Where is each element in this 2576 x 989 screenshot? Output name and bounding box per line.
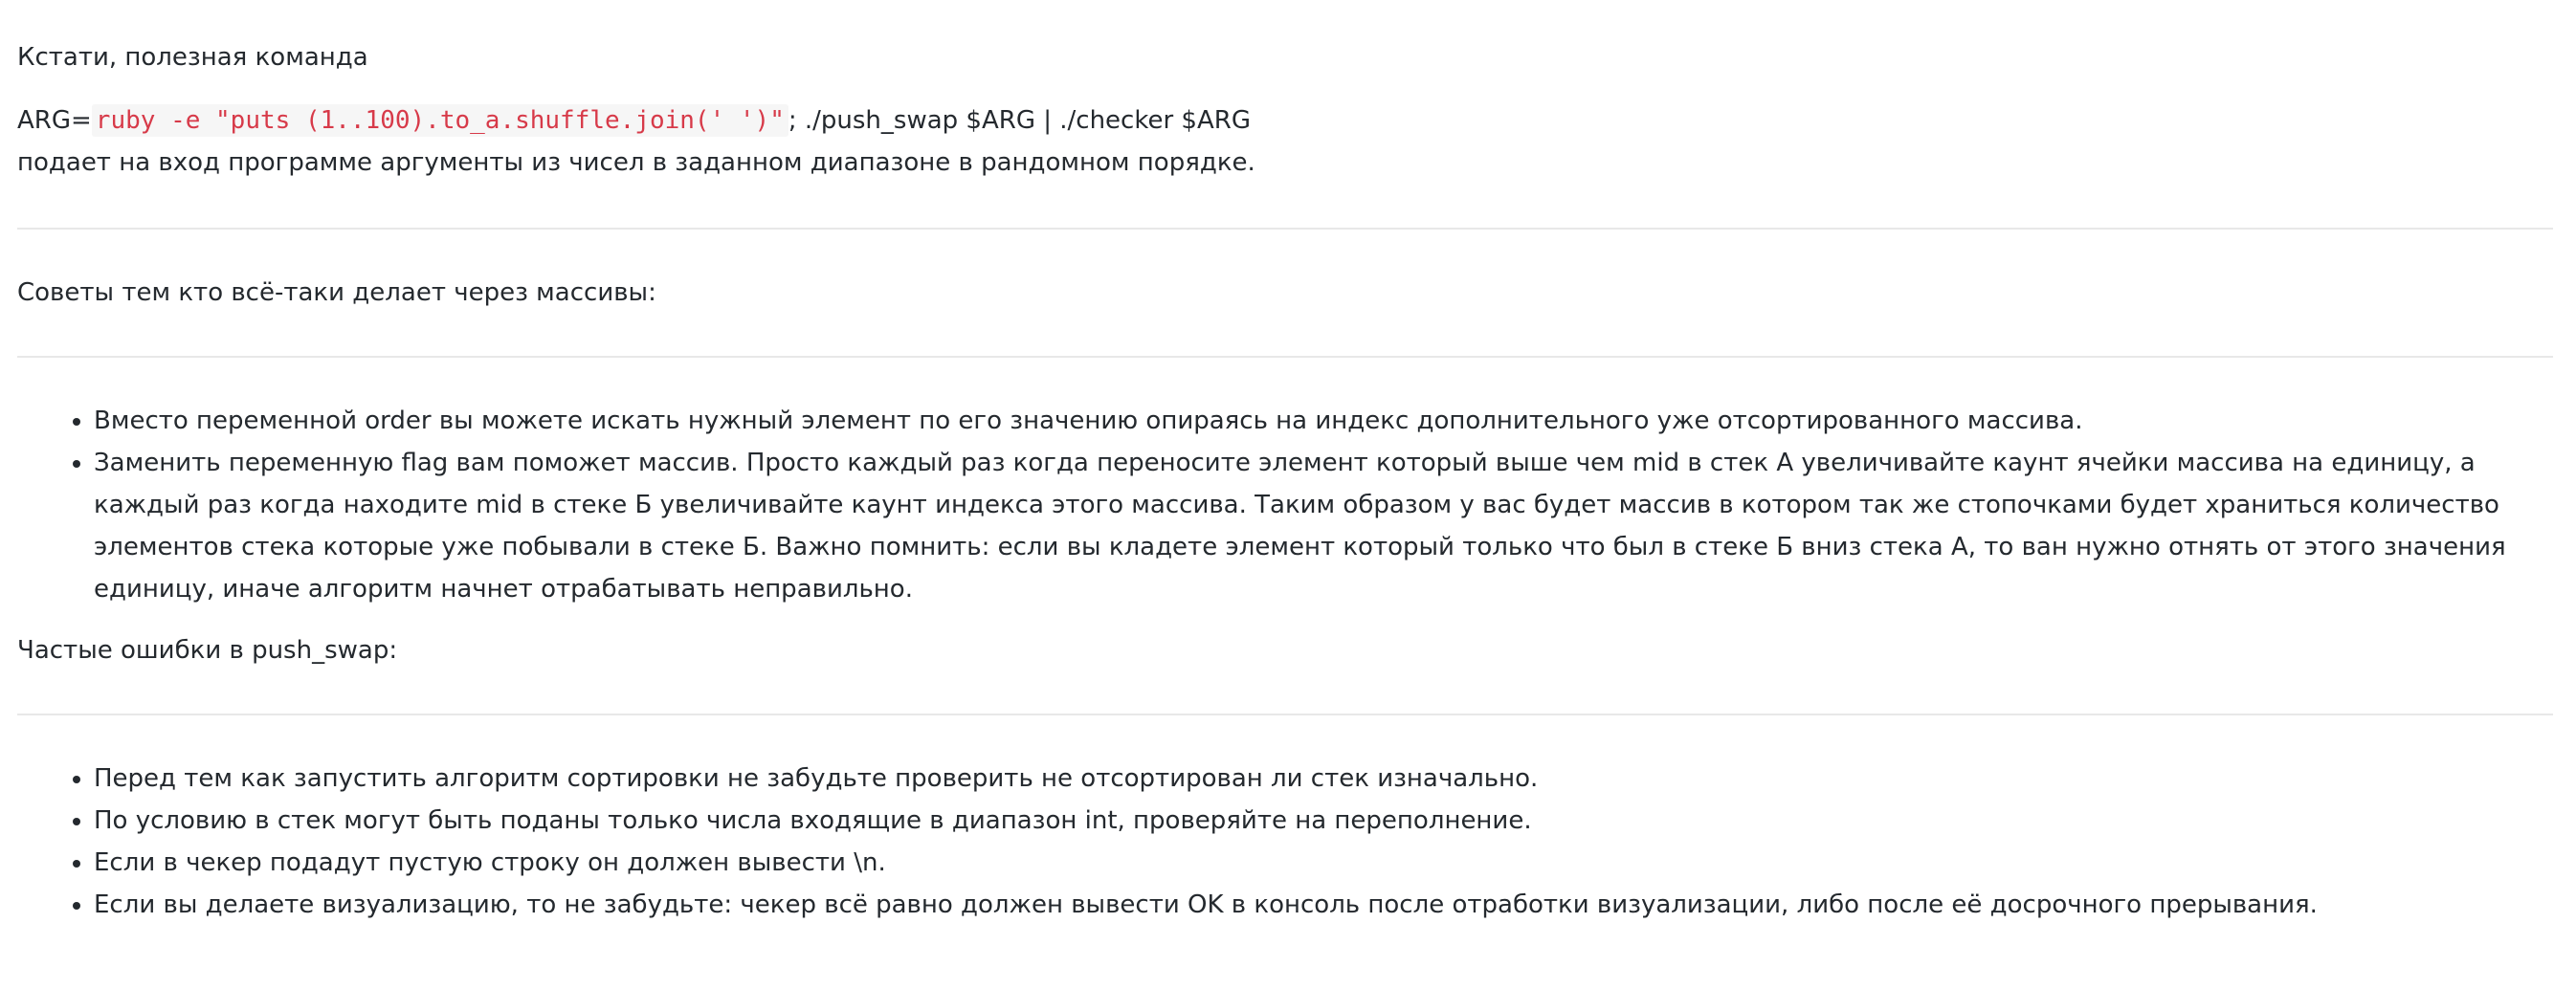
errors-heading: Частые ошибки в push_swap:: [17, 636, 398, 665]
list-item: Если вы делаете визуализацию, то не забу…: [94, 884, 2553, 926]
list-item: Если в чекер подадут пустую строку он до…: [94, 842, 2553, 884]
command-suffix: ; ./push_swap $ARG | ./checker $ARG: [788, 106, 1251, 135]
advice-list: Вместо переменной order вы можете искать…: [17, 400, 2553, 610]
list-item: Вместо переменной order вы можете искать…: [94, 400, 2553, 442]
inline-code: ruby -e "puts (1..100).to_a.shuffle.join…: [91, 104, 788, 137]
article-page: Кстати, полезная команда ARG= ruby -e "pu…: [0, 0, 2576, 989]
tip-label: Кстати, полезная команда: [17, 43, 368, 72]
errors-list: Перед тем как запустить алгоритм сортиро…: [17, 758, 2553, 926]
list-item: Перед тем как запустить алгоритм сортиро…: [94, 758, 2553, 800]
article-content: Кстати, полезная команда ARG= ruby -e "pu…: [17, 36, 2553, 926]
divider: [17, 356, 2553, 358]
advice-heading: Советы тем кто всё-таки делает через мас…: [17, 278, 656, 307]
divider: [17, 714, 2553, 715]
list-item: Заменить переменную flag вам поможет мас…: [94, 442, 2553, 610]
command-description: подает на вход программе аргументы из чи…: [17, 148, 1255, 177]
command-prefix: ARG=: [17, 106, 92, 135]
divider: [17, 228, 2553, 230]
command-line: ARG= ruby -e "puts (1..100).to_a.shuffle.…: [17, 99, 2553, 142]
list-item: По условию в стек могут быть поданы толь…: [94, 800, 2553, 842]
